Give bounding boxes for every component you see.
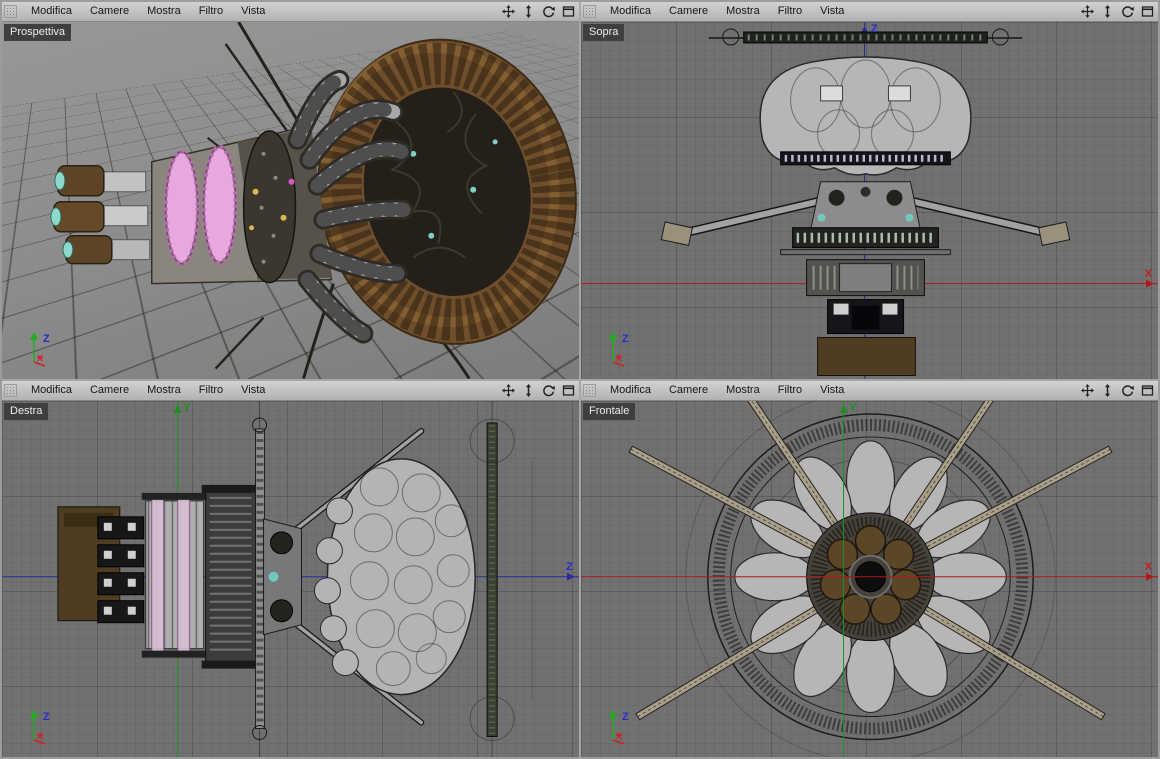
- menu-filtro[interactable]: Filtro: [190, 2, 232, 21]
- viewport-right: Modifica Camere Mostra Filtro Vista Dest…: [2, 380, 579, 757]
- grip-icon[interactable]: [4, 383, 17, 397]
- menu-vista[interactable]: Vista: [232, 381, 274, 400]
- gizmo-x-label: x: [37, 730, 44, 742]
- scene-right: [2, 400, 579, 757]
- axis-gizmo: Z x: [24, 705, 70, 747]
- menu-filtro[interactable]: Filtro: [769, 2, 811, 21]
- rotate-icon[interactable]: [1120, 5, 1134, 19]
- scene-front: [581, 400, 1158, 757]
- y-axis-label: Y: [849, 401, 857, 414]
- viewport-menubar: Modifica Camere Mostra Filtro Vista: [581, 380, 1158, 401]
- menu-filtro[interactable]: Filtro: [769, 381, 811, 400]
- viewport-front: Modifica Camere Mostra Filtro Vista Fron…: [581, 380, 1158, 757]
- viewport-tools: [501, 383, 579, 397]
- scene-top: [581, 22, 1158, 379]
- menu-camere[interactable]: Camere: [81, 381, 138, 400]
- pan-icon[interactable]: [1080, 5, 1094, 19]
- viewport-perspective: Modifica Camere Mostra Filtro Vista Pros…: [2, 2, 579, 379]
- x-axis-label: X: [1144, 268, 1152, 280]
- menu-mostra[interactable]: Mostra: [717, 381, 769, 400]
- view-canvas-front[interactable]: Frontale Y X Z x: [581, 400, 1158, 757]
- viewport-top: Modifica Camere Mostra Filtro Vista Sopr…: [581, 2, 1158, 379]
- axis-gizmo: Z x: [603, 327, 649, 369]
- zoom-icon[interactable]: [521, 383, 535, 397]
- menu-camere[interactable]: Camere: [81, 2, 138, 21]
- gizmo-z-label: Z: [43, 711, 50, 723]
- menu-vista[interactable]: Vista: [232, 2, 274, 21]
- maximize-icon[interactable]: [561, 383, 575, 397]
- viewport-menubar: Modifica Camere Mostra Filtro Vista: [2, 380, 579, 401]
- gizmo-x-label: x: [616, 351, 623, 364]
- axis-gizmo: Z x: [603, 705, 649, 747]
- viewport-label: Frontale: [583, 402, 636, 420]
- maximize-icon[interactable]: [561, 5, 575, 19]
- rotate-icon[interactable]: [1120, 383, 1134, 397]
- grip-icon[interactable]: [583, 5, 596, 18]
- maximize-icon[interactable]: [1140, 383, 1154, 397]
- x-axis-label: X: [1144, 560, 1152, 573]
- viewport-menubar: Modifica Camere Mostra Filtro Vista: [581, 2, 1158, 22]
- grip-icon[interactable]: [4, 5, 17, 18]
- scene-perspective: [50, 22, 577, 379]
- zoom-icon[interactable]: [1100, 383, 1114, 397]
- menu-modifica[interactable]: Modifica: [22, 381, 81, 400]
- zoom-icon[interactable]: [521, 5, 535, 19]
- zoom-icon[interactable]: [1100, 5, 1114, 19]
- gizmo-x-label: x: [37, 351, 44, 364]
- pan-icon[interactable]: [501, 383, 515, 397]
- view-canvas-top[interactable]: Sopra Z X Z x: [581, 22, 1158, 379]
- gizmo-x-label: x: [616, 730, 623, 742]
- menu-mostra[interactable]: Mostra: [717, 2, 769, 21]
- viewport-label: Destra: [4, 402, 49, 420]
- menu-vista[interactable]: Vista: [811, 2, 853, 21]
- quad-view-window: Modifica Camere Mostra Filtro Vista Pros…: [0, 0, 1160, 759]
- menu-filtro[interactable]: Filtro: [190, 381, 232, 400]
- view-canvas-right[interactable]: Destra Y Z Z x: [2, 400, 579, 757]
- viewport-label: Sopra: [583, 24, 625, 41]
- pan-icon[interactable]: [501, 5, 515, 19]
- axis-gizmo: Z x: [24, 327, 70, 369]
- menu-mostra[interactable]: Mostra: [138, 381, 190, 400]
- viewport-menubar: Modifica Camere Mostra Filtro Vista: [2, 2, 579, 22]
- menu-mostra[interactable]: Mostra: [138, 2, 190, 21]
- viewport-label: Prospettiva: [4, 24, 72, 41]
- menu-modifica[interactable]: Modifica: [601, 2, 660, 21]
- gizmo-z-label: Z: [43, 332, 50, 345]
- maximize-icon[interactable]: [1140, 5, 1154, 19]
- z-axis-label: Z: [871, 23, 878, 35]
- rotate-icon[interactable]: [541, 5, 555, 19]
- menu-camere[interactable]: Camere: [660, 2, 717, 21]
- z-axis-label: Z: [566, 560, 573, 573]
- viewport-tools: [501, 5, 579, 19]
- gizmo-z-label: Z: [622, 332, 629, 345]
- y-axis-label: Y: [183, 401, 191, 414]
- view-canvas-perspective[interactable]: Prospettiva Z x: [2, 22, 579, 379]
- pan-icon[interactable]: [1080, 383, 1094, 397]
- viewport-tools: [1080, 5, 1158, 19]
- menu-vista[interactable]: Vista: [811, 381, 853, 400]
- menu-modifica[interactable]: Modifica: [22, 2, 81, 21]
- gizmo-z-label: Z: [622, 711, 629, 723]
- grip-icon[interactable]: [583, 383, 596, 397]
- menu-modifica[interactable]: Modifica: [601, 381, 660, 400]
- rotate-icon[interactable]: [541, 383, 555, 397]
- viewport-tools: [1080, 383, 1158, 397]
- menu-camere[interactable]: Camere: [660, 381, 717, 400]
